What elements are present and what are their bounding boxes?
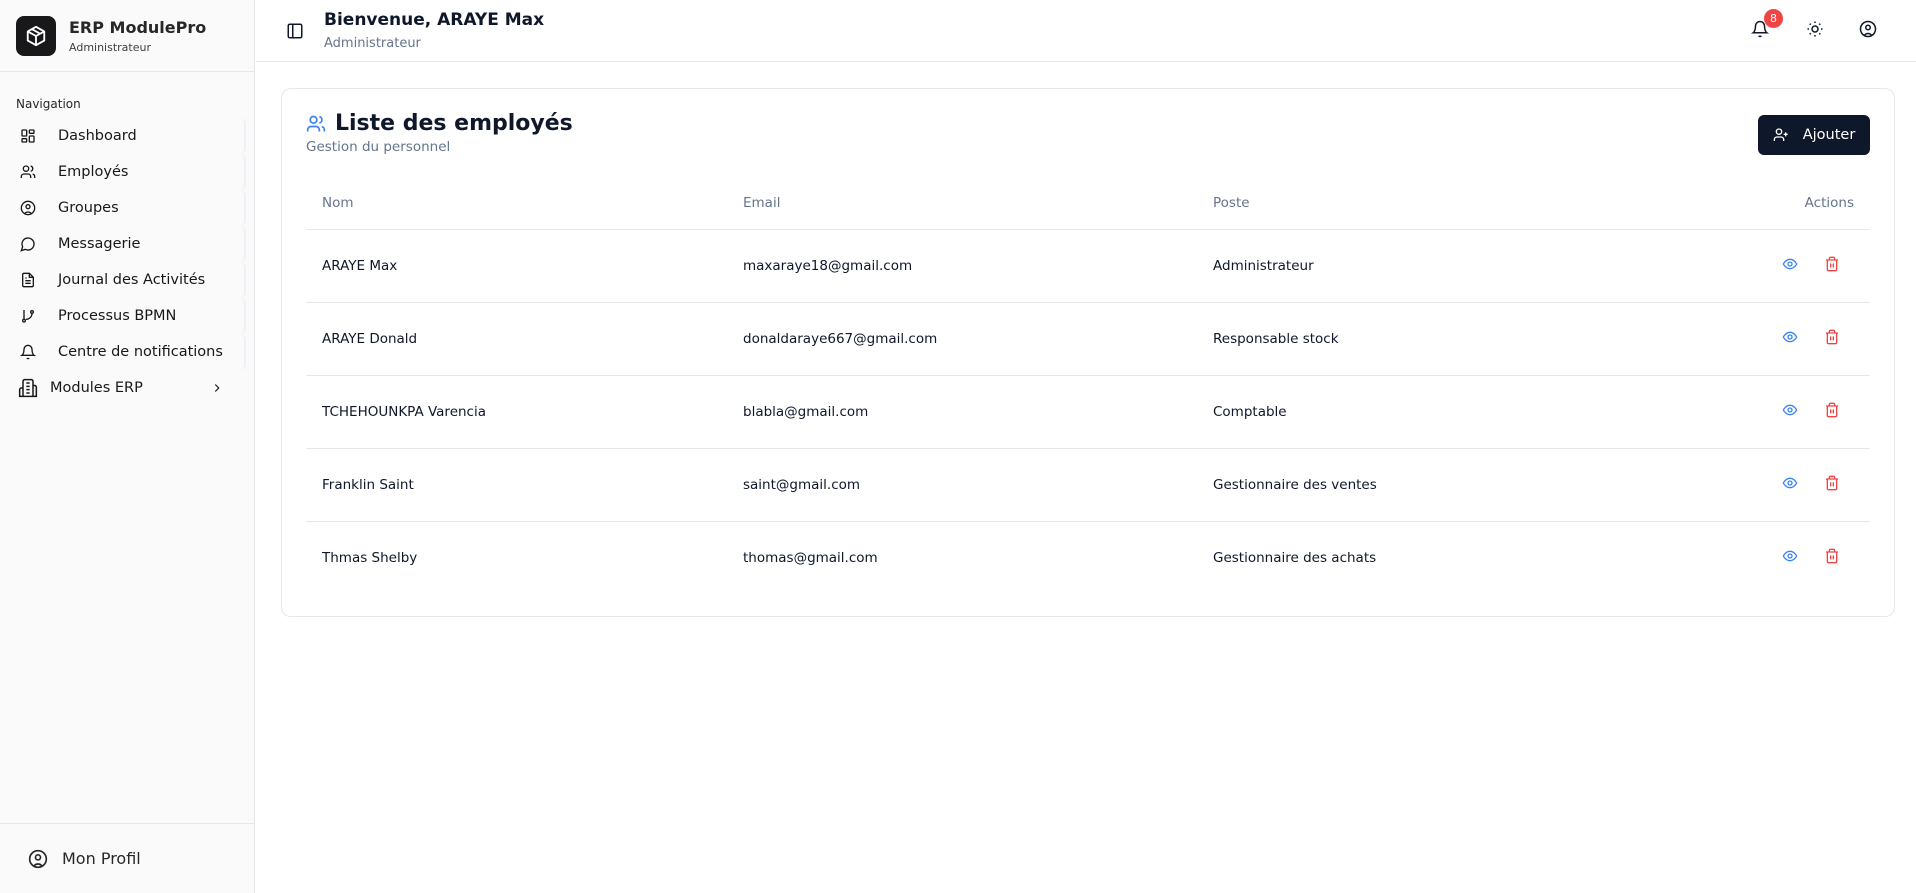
notification-badge: 8 <box>1764 9 1783 28</box>
table-row: Franklin Saint saint@gmail.com Gestionna… <box>306 448 1870 522</box>
delete-trash-icon[interactable] <box>1824 256 1840 276</box>
file-text-icon <box>22 272 34 288</box>
employee-name: TCHEHOUNKPA Varencia <box>306 375 727 449</box>
user-plus-icon <box>1773 128 1788 141</box>
add-employee-button[interactable]: Ajouter <box>1758 115 1870 155</box>
sidebar-item-groupes[interactable]: Groupes <box>8 190 246 226</box>
sidebar-item-label: Employés <box>58 164 129 180</box>
view-eye-icon[interactable] <box>1782 256 1798 276</box>
sidebar-item-label: Journal des Activités <box>58 272 206 288</box>
view-eye-icon[interactable] <box>1782 475 1798 495</box>
sidebar-item-label: Processus BPMN <box>58 308 177 324</box>
employees-table: Nom Email Poste Actions ARAYE Max maxara… <box>306 177 1870 594</box>
sidebar-item-bpmn[interactable]: Processus BPMN <box>8 298 246 334</box>
package-icon <box>16 15 56 56</box>
employee-name: ARAYE Max <box>306 229 727 303</box>
row-actions <box>1588 521 1870 594</box>
employee-poste: Gestionnaire des achats <box>1213 549 1377 566</box>
brand-title: ERP ModulePro <box>69 17 207 37</box>
user-circle-icon <box>20 200 36 216</box>
employee-name: ARAYE Donald <box>306 302 727 376</box>
sidebar-item-label: Groupes <box>58 200 119 216</box>
user-role: Administrateur <box>324 36 421 51</box>
row-actions <box>1587 302 1870 376</box>
profile-label: Mon Profil <box>62 849 141 868</box>
row-actions <box>1587 229 1870 303</box>
sidebar-item-notifications[interactable]: Centre de notifications <box>8 334 246 370</box>
sidebar-item-label: Dashboard <box>58 128 137 144</box>
employee-poste: Responsable stock <box>1197 302 1588 376</box>
table-row: TCHEHOUNKPA Varencia blabla@gmail.com Co… <box>306 375 1870 449</box>
employee-email: maxaraye18@gmail.com <box>727 229 1197 303</box>
employee-name: Thmas Shelby <box>322 549 418 566</box>
welcome-title: Bienvenue, ARAYE Max <box>324 10 545 30</box>
table-row: ARAYE Donald donaldaraye667@gmail.com Re… <box>306 302 1870 376</box>
employees-card: Liste des employés Gestion du personnel … <box>281 88 1895 617</box>
row-actions <box>1587 448 1870 522</box>
user-circle-icon <box>28 849 48 868</box>
message-icon <box>20 237 35 252</box>
table-row: Thmas Shelby thomas@gmail.com Gestionnai… <box>306 521 1870 594</box>
delete-trash-icon[interactable] <box>1824 329 1840 349</box>
sidebar: ERP ModulePro Administrateur Navigation … <box>0 0 255 893</box>
nav-section-label: Navigation <box>16 97 81 111</box>
sidebar-toggle-icon[interactable] <box>286 22 304 40</box>
brand: ERP ModulePro Administrateur <box>0 0 254 72</box>
column-header: Nom <box>306 177 727 230</box>
view-eye-icon[interactable] <box>1782 329 1798 349</box>
employee-email: thomas@gmail.com <box>743 549 878 566</box>
delete-trash-icon[interactable] <box>1824 475 1840 495</box>
chevron-right-icon <box>214 384 220 392</box>
employee-poste: Gestionnaire des ventes <box>1197 448 1588 522</box>
building-icon <box>18 378 38 398</box>
brand-subtitle: Administrateur <box>69 40 151 54</box>
top-header: Bienvenue, ARAYE Max Administrateur <box>256 0 1916 62</box>
sidebar-item-journal[interactable]: Journal des Activités <box>8 262 246 298</box>
column-header: Email <box>727 177 1197 230</box>
delete-trash-icon[interactable] <box>1824 548 1840 568</box>
view-eye-icon[interactable] <box>1782 402 1798 422</box>
users-icon <box>306 115 326 131</box>
table-header: Nom Email Poste Actions <box>306 177 1870 230</box>
sidebar-item-label: Centre de notifications <box>58 344 223 360</box>
employee-email: saint@gmail.com <box>727 448 1197 522</box>
add-label: Ajouter <box>1802 127 1856 143</box>
card-title-text: Liste des employés <box>335 111 573 136</box>
sidebar-item-label: Modules ERP <box>50 380 143 396</box>
sidebar-item-messagerie[interactable]: Messagerie <box>8 226 246 262</box>
view-eye-icon[interactable] <box>1782 548 1798 568</box>
card-title: Liste des employés <box>306 111 573 136</box>
sidebar-item-dashboard[interactable]: Dashboard <box>8 118 246 154</box>
bell-icon <box>20 344 36 360</box>
card-subtitle: Gestion du personnel <box>306 139 451 155</box>
git-branch-icon <box>22 310 34 323</box>
employee-poste: Administrateur <box>1197 229 1588 303</box>
sidebar-item-label: Messagerie <box>58 236 141 252</box>
employee-email: blabla@gmail.com <box>727 375 1197 449</box>
users-icon <box>20 165 36 178</box>
sidebar-item-employes[interactable]: Employés <box>8 154 246 190</box>
employee-poste: Comptable <box>1197 375 1588 449</box>
sidebar-item-modules-erp[interactable]: Modules ERP <box>8 370 246 406</box>
profile-link[interactable]: Mon Profil <box>0 823 254 893</box>
dashboard-icon <box>21 129 35 143</box>
employee-name: Franklin Saint <box>306 448 727 522</box>
table-row: ARAYE Max maxaraye18@gmail.com Administr… <box>306 229 1870 303</box>
employee-email: donaldaraye667@gmail.com <box>727 302 1197 376</box>
account-icon[interactable] <box>1859 20 1877 38</box>
sun-icon[interactable] <box>1806 20 1824 38</box>
delete-trash-icon[interactable] <box>1824 402 1840 422</box>
column-header: Poste <box>1197 177 1588 230</box>
sidebar-nav: Dashboard Employés Groupes Messagerie Jo… <box>8 118 246 406</box>
row-actions <box>1587 375 1870 449</box>
column-header: Actions <box>1587 177 1870 230</box>
